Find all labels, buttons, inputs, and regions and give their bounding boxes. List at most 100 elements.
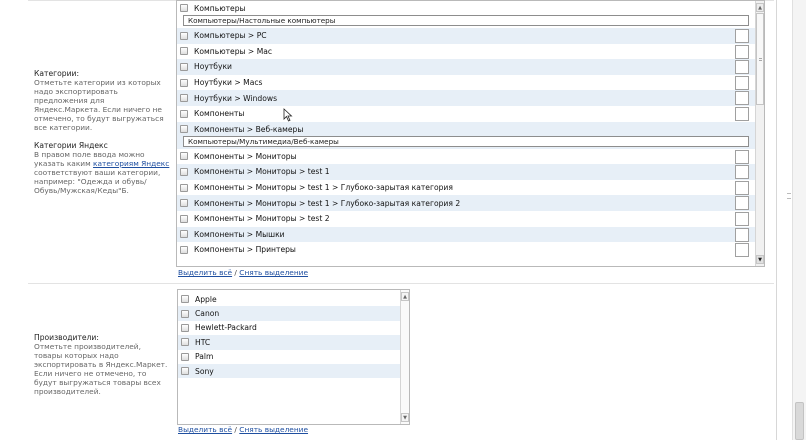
chevron-down-icon: ▼ — [758, 256, 762, 263]
yandex-category-input[interactable] — [735, 211, 749, 226]
category-checkbox[interactable] — [180, 4, 188, 12]
category-row[interactable]: Ноутбуки — [177, 59, 764, 75]
category-checkbox[interactable] — [180, 183, 188, 192]
categories-select-all-link[interactable]: Выделить всё — [178, 268, 232, 277]
category-label: Ноутбуки > Windows — [194, 93, 278, 103]
yandex-category-input[interactable]: Компьютеры/Настольные компьютеры — [183, 15, 749, 26]
category-checkbox[interactable] — [180, 78, 188, 87]
scroll-thumb[interactable] — [756, 13, 764, 105]
category-row[interactable]: Ноутбуки > Macs — [177, 75, 764, 91]
category-row[interactable]: Компоненты > Веб-камеры Компьютеры/Мульти… — [177, 121, 764, 149]
page-scrollbar[interactable] — [792, 0, 806, 440]
manufacturers-scrollbar[interactable]: ▲ ▼ — [400, 290, 409, 424]
manufacturers-deselect-link[interactable]: Снять выделение — [239, 425, 308, 434]
manufacturer-checkbox[interactable] — [181, 323, 189, 332]
category-label: Компьютеры > PC — [194, 31, 267, 41]
category-label: Компоненты > Мониторы > test 1 — [194, 167, 330, 177]
yandex-categories-link[interactable]: категориям Яндекс — [93, 159, 169, 168]
category-row[interactable]: Компоненты > Мышки — [177, 226, 764, 243]
content-right-border — [776, 0, 777, 440]
yandex-category-input[interactable] — [735, 227, 749, 242]
manufacturer-label: Apple — [195, 294, 217, 304]
category-checkbox[interactable] — [180, 62, 188, 71]
section-divider — [28, 283, 774, 284]
manufacturer-checkbox[interactable] — [181, 367, 189, 376]
scroll-down-arrow[interactable]: ▼ — [756, 255, 764, 264]
yandex-category-input[interactable] — [735, 165, 749, 180]
yandex-category-input[interactable] — [735, 91, 749, 106]
manufacturers-description: Отметьте производителей, товары которых … — [34, 342, 168, 396]
categories-scrollbar[interactable]: ▲ ▼ — [755, 1, 764, 266]
category-checkbox[interactable] — [180, 94, 188, 103]
manufacturer-checkbox[interactable] — [181, 309, 189, 318]
manufacturer-row[interactable]: Hewlett-Packard — [178, 321, 400, 335]
mouse-pointer-icon — [283, 108, 293, 122]
categories-list[interactable]: Компьютеры Компьютеры/Настольные компьюте… — [176, 0, 765, 267]
category-row[interactable]: Компоненты > Мониторы — [177, 149, 764, 165]
page-scroll-thumb[interactable] — [795, 402, 804, 440]
categories-title: Категории: — [34, 69, 80, 78]
category-row[interactable]: Компоненты — [177, 106, 764, 122]
category-row[interactable]: Компьютеры > PC — [177, 28, 764, 44]
manufacturers-list[interactable]: Apple Canon Hewlett-Packard HTC Palm Sony ▲ ▼ — [177, 289, 410, 425]
yandex-category-input[interactable] — [735, 106, 749, 121]
category-label: Компоненты > Мониторы > test 2 — [194, 214, 330, 224]
categories-help: Категории: Отметьте категории из которых… — [34, 69, 170, 195]
category-checkbox[interactable] — [180, 152, 188, 161]
yandex-category-input[interactable] — [735, 44, 749, 59]
category-label: Компоненты > Мониторы > test 1 > Глубоко… — [194, 183, 453, 193]
category-checkbox[interactable] — [180, 109, 188, 118]
manufacturer-row[interactable]: Canon — [178, 306, 400, 321]
categories-selection-links: Выделить всё / Снять выделение — [178, 268, 308, 277]
yandex-categories-text-after: соответствуют ваши категории, например: … — [34, 168, 161, 195]
categories-description: Отметьте категории из которых надо экспо… — [34, 78, 164, 132]
manufacturer-row[interactable]: HTC — [178, 335, 400, 350]
category-row[interactable]: Компьютеры Компьютеры/Настольные компьюте… — [177, 1, 764, 28]
categories-deselect-link[interactable]: Снять выделение — [239, 268, 308, 277]
manufacturer-checkbox[interactable] — [181, 352, 189, 361]
chevron-up-icon: ▲ — [758, 4, 762, 11]
scroll-grip — [759, 60, 762, 61]
category-row[interactable]: Компьютеры > Mac — [177, 44, 764, 60]
category-row[interactable]: Ноутбуки > Windows — [177, 90, 764, 106]
categories-rows: Компьютеры Компьютеры/Настольные компьюте… — [177, 1, 764, 258]
category-row[interactable]: Компоненты > Мониторы > test 1 > Глубоко… — [177, 180, 764, 196]
category-label: Ноутбуки > Macs — [194, 78, 263, 88]
category-checkbox[interactable] — [180, 245, 188, 254]
yandex-category-input[interactable] — [735, 60, 749, 75]
category-label: Компоненты > Мониторы — [194, 151, 297, 161]
scroll-up-arrow[interactable]: ▲ — [756, 3, 764, 12]
category-row[interactable]: Компоненты > Мониторы > test 1 > Глубоко… — [177, 195, 764, 211]
scroll-down-arrow[interactable]: ▼ — [401, 413, 409, 422]
category-checkbox[interactable] — [180, 199, 188, 208]
resize-grip-icon[interactable] — [787, 193, 791, 199]
category-checkbox[interactable] — [180, 214, 188, 223]
category-checkbox[interactable] — [180, 124, 188, 133]
category-row[interactable]: Компоненты > Мониторы > test 2 — [177, 211, 764, 227]
yandex-category-input[interactable] — [735, 75, 749, 90]
category-row[interactable]: Компоненты > Принтеры — [177, 242, 764, 258]
yandex-category-input[interactable] — [735, 180, 749, 195]
manufacturer-checkbox[interactable] — [181, 338, 189, 347]
manufacturer-row[interactable]: Apple — [178, 292, 400, 306]
manufacturer-label: Sony — [195, 366, 214, 376]
yandex-category-input[interactable]: Компьютеры/Мультимедиа/Веб-камеры — [183, 135, 749, 147]
category-label: Компоненты > Принтеры — [194, 245, 296, 255]
category-row[interactable]: Компоненты > Мониторы > test 1 — [177, 164, 764, 180]
category-checkbox[interactable] — [180, 47, 188, 56]
settings-page: Категории: Отметьте категории из которых… — [0, 0, 806, 440]
manufacturer-row[interactable]: Palm — [178, 350, 400, 364]
category-checkbox[interactable] — [180, 230, 188, 239]
yandex-category-input[interactable] — [735, 196, 749, 211]
manufacturers-select-all-link[interactable]: Выделить всё — [178, 425, 232, 434]
scroll-up-arrow[interactable]: ▲ — [401, 292, 409, 301]
yandex-category-input[interactable] — [735, 243, 749, 258]
category-checkbox[interactable] — [180, 31, 188, 40]
manufacturer-row[interactable]: Sony — [178, 363, 400, 379]
yandex-category-input[interactable] — [735, 29, 749, 43]
manufacturer-checkbox[interactable] — [181, 295, 189, 304]
category-label: Компоненты — [194, 109, 245, 119]
manufacturer-label: Canon — [195, 309, 220, 319]
category-checkbox[interactable] — [180, 167, 188, 176]
yandex-category-input[interactable] — [735, 149, 749, 164]
